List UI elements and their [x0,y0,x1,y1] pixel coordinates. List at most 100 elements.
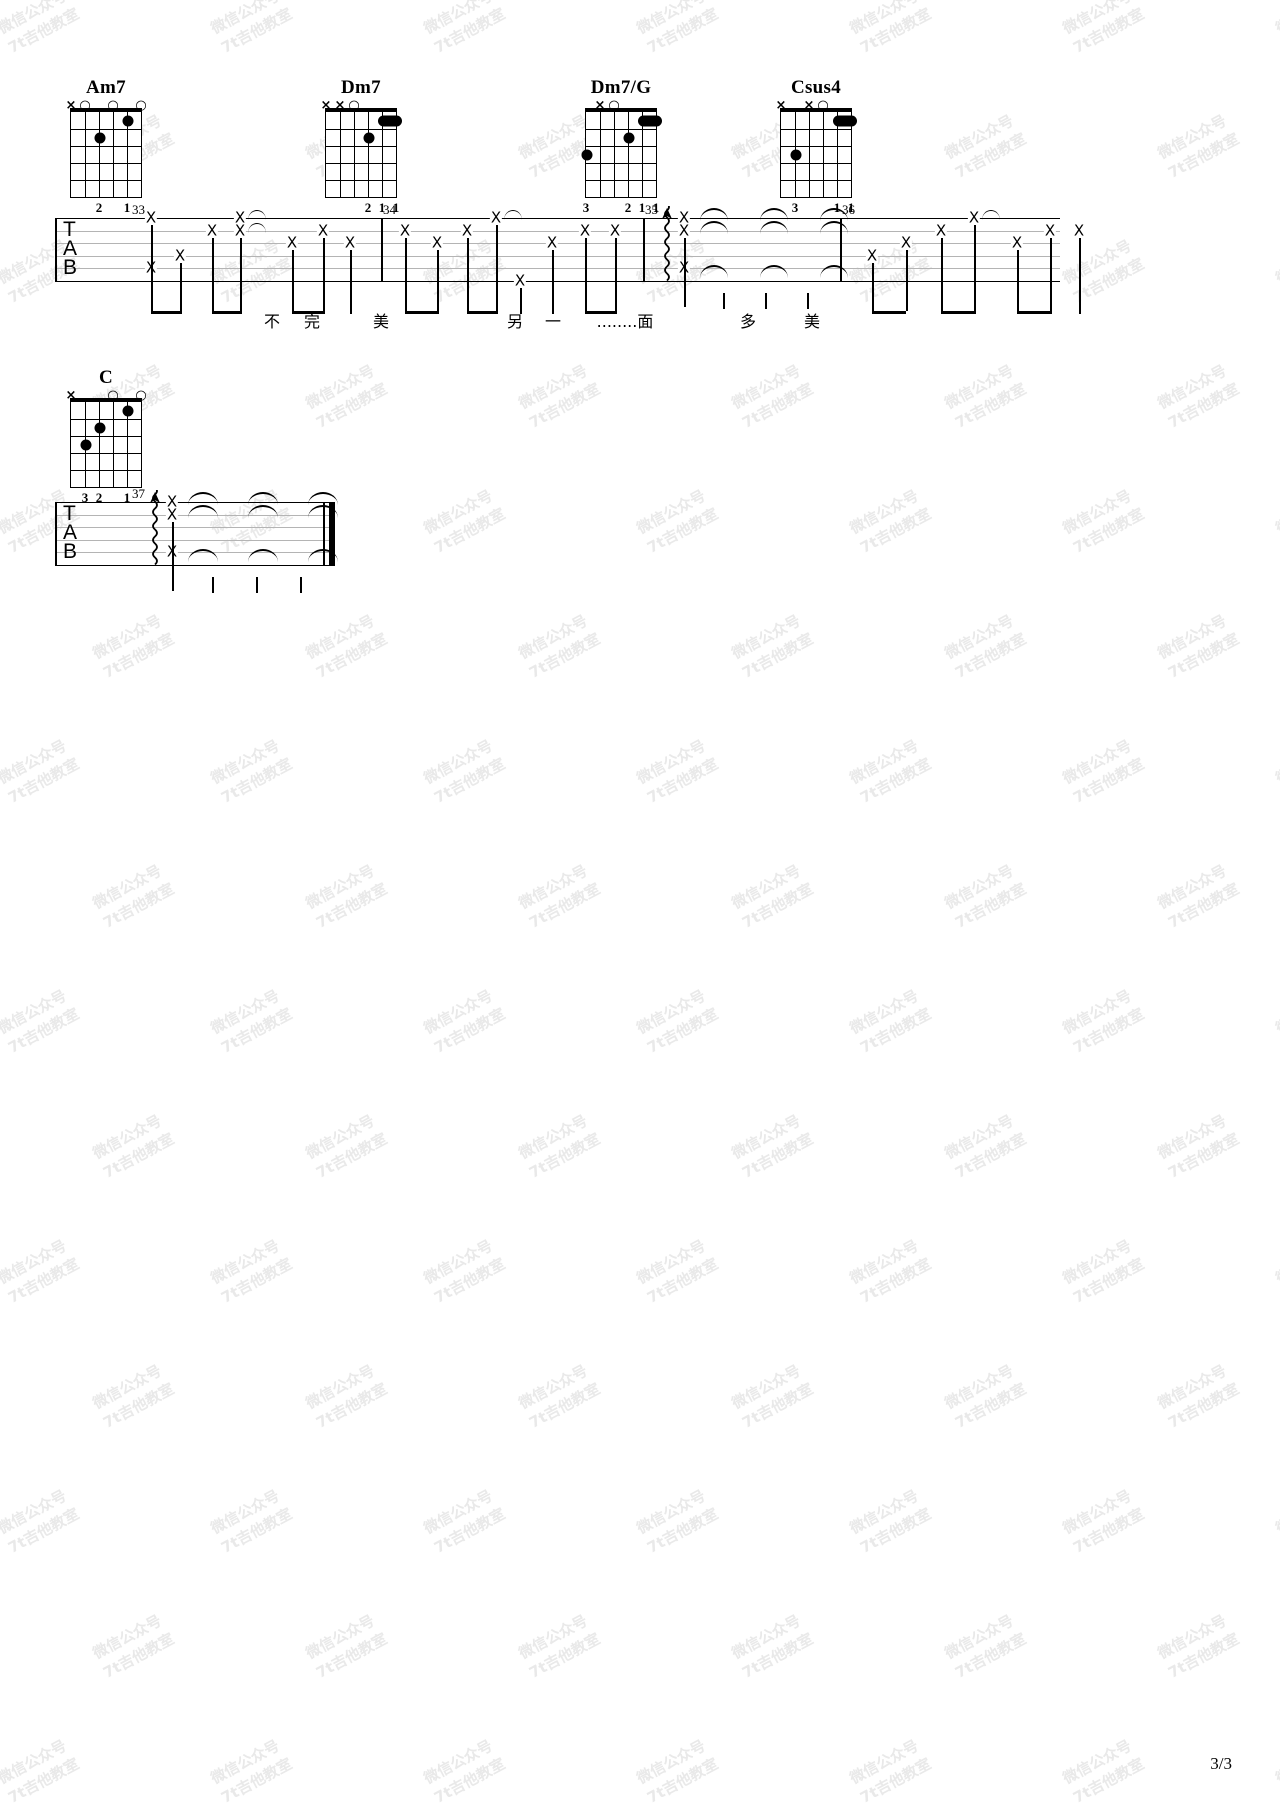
chord-name: Dm7/G [590,77,652,98]
tab-mute-note: X [934,221,948,239]
watermark-text: 微信公众号7t吉他教室 [633,986,721,1057]
chord-fretboard-grid [325,108,402,198]
tab-mute-note: X [578,221,592,239]
staff-start-barline [55,502,57,565]
fret-line [71,129,141,130]
tab-mute-note: X [489,208,503,227]
watermark-text: 微信公众号7t吉他教室 [941,1361,1029,1432]
tab-clef-letter-b: B [63,256,78,279]
staccato-arc-icon [248,210,266,220]
tab-mute-note: X [173,246,187,264]
tab-staff-line [55,539,335,541]
watermark-text: 微信公众号7t吉他教室 [633,1236,721,1307]
watermark-text: 微信公众号7t吉他教室 [1154,111,1242,182]
chord-finger-dot [581,149,593,160]
watermark-text: 微信公众号7t吉他教室 [1154,1361,1242,1432]
chord-finger-number: 1 [123,200,131,215]
chord-finger-number: 2 [95,490,103,505]
fret-line [71,419,141,420]
watermark-text: 微信公众号7t吉他教室 [0,1486,82,1557]
watermark-text: 微信公众号7t吉他教室 [846,986,934,1057]
watermark-text: 微信公众号7t吉他教室 [420,736,508,807]
tab-staff-line [55,564,335,566]
slur-curve [248,504,278,518]
tab-mute-note: X [899,233,913,252]
slur-curve [760,220,788,234]
fret-line [586,180,656,181]
watermark-text: 微信公众号7t吉他教室 [941,111,1029,182]
tab-mute-note: X [865,246,879,264]
chord-finger-number: 2 [624,200,632,215]
tab-mute-note: X [967,208,981,227]
chord-fretboard-grid [70,398,142,488]
tab-mute-note: X [1043,221,1057,239]
tab-mute-note: X [513,271,527,289]
watermark-text: 微信公众号7t吉他教室 [302,1361,390,1432]
chord-finger-number: 1 [123,490,131,505]
chord-diagram-dm7: Dm7 × × ○ 2 1 1 [321,77,402,215]
watermark-text: 微信公众号7t吉他教室 [728,1361,816,1432]
note-stem [765,292,767,309]
watermark-text: 微信公众号7t吉他教室 [728,611,816,682]
watermark-text: 微信公众号7t吉他教室 [207,986,295,1057]
watermark-text: 微信公众号7t吉他教室 [89,861,177,932]
watermark-text: 微信公众号7t吉他教室 [846,1736,934,1807]
note-stem [240,237,242,311]
tab-staff-line [55,527,335,528]
chord-barre [833,115,857,126]
fret-line [71,436,141,437]
watermark-text: 微信公众号7t吉他教室 [0,1236,82,1307]
tab-mute-note: X [316,221,330,239]
watermark-text: 微信公众号7t吉他教室 [515,611,603,682]
tab-mute-note: X [205,221,219,239]
tab-staff-line [55,268,1060,269]
fret-line [781,180,851,181]
chord-finger-numbers: 3211 [583,200,660,215]
chord-diagram-c: C × ○ ○ 3 2 1 [66,368,147,506]
slur-curve [188,549,218,562]
watermark-text: 微信公众号7t吉他教室 [420,986,508,1057]
string-line [628,112,629,197]
watermark-text: 微信公众号7t吉他教室 [1059,486,1147,557]
watermark-text: 微信公众号7t吉他教室 [1154,1611,1242,1682]
slur-curve [248,492,278,505]
lyric-syllable: 一 [544,312,562,331]
tab-clef-letter-b: B [63,540,78,563]
watermark-text: 微信公众号7t吉他教室 [941,1611,1029,1682]
chord-finger-number: 3 [81,490,89,505]
watermark-text: 微信公众号7t吉他教室 [941,611,1029,682]
note-stem [212,576,214,593]
string-line [99,402,100,487]
note-stem [256,576,258,593]
chord-finger-number: 2 [364,200,372,215]
tab-mute-note: X [677,221,691,239]
chord-finger-number: 1 [652,200,660,215]
watermark-text: 微信公众号7t吉他教室 [420,486,508,557]
watermark-text: 微信公众号7t吉他教室 [89,1361,177,1432]
watermark-text: 微信公众号7t吉他教室 [1059,986,1147,1057]
watermark-text: 微信公众号7t吉他教室 [89,1611,177,1682]
note-stem [300,576,302,593]
note-stem [684,237,686,307]
chord-finger-number: 1 [378,200,386,215]
chord-fretboard-grid [780,108,857,198]
watermark-text: 微信公众号7t吉他教室 [1272,236,1280,288]
note-stem [552,250,554,311]
watermark-text: 微信公众号7t吉他教室 [728,1111,816,1182]
slur-curve [820,265,848,278]
tab-mute-note: X [343,233,357,252]
watermark-text: 微信公众号7t吉他教室 [207,1236,295,1307]
measure-barline [381,218,383,281]
tab-mute-note: X [1010,233,1024,252]
watermark-text: 微信公众号7t吉他教室 [420,0,508,57]
chord-name: Dm7 [341,77,381,98]
chord-fretboard-grid [581,108,662,198]
watermark-text: 微信公众号7t吉他教室 [846,736,934,807]
chord-finger-numbers: 3 11 [780,200,855,215]
note-beam [212,310,242,314]
watermark-text: 微信公众号7t吉他教室 [0,1736,82,1807]
lyric-syllable: 另 [506,312,524,331]
watermark-text: 微信公众号7t吉他教室 [515,1361,603,1432]
watermark-text: 微信公众号7t吉他教室 [207,1486,295,1557]
watermark-text: 微信公众号7t吉他教室 [1272,736,1280,788]
